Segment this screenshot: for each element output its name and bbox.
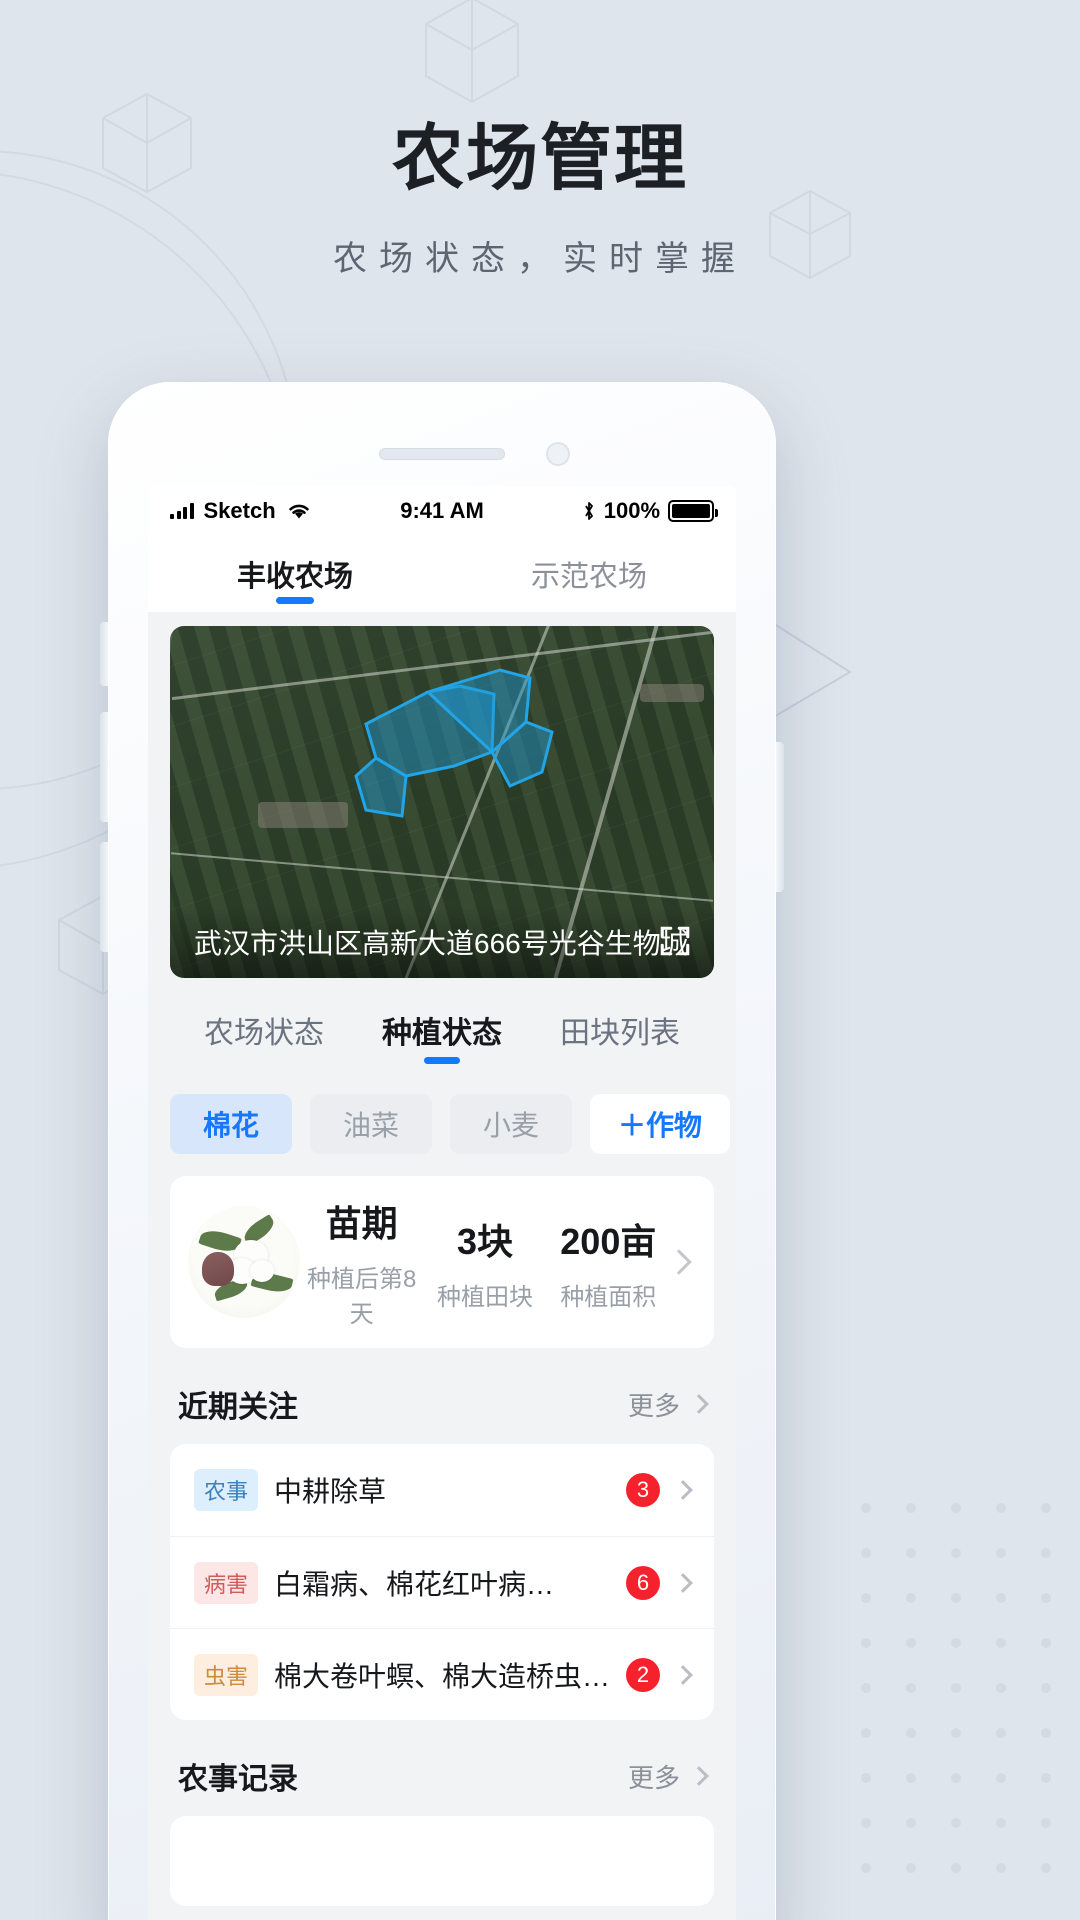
more-label: 更多 bbox=[627, 1762, 680, 1793]
phone-button bbox=[776, 742, 784, 892]
phone-button bbox=[100, 712, 108, 822]
chevron-right-icon bbox=[673, 1480, 693, 1500]
section-title: 近期关注 bbox=[178, 1391, 298, 1424]
farm-map[interactable]: 武汉市洪山区高新大道666号光谷生物城 bbox=[170, 626, 714, 978]
stat-value: 3块 bbox=[456, 1220, 513, 1262]
add-crop-label: ＋作物 bbox=[617, 1110, 702, 1141]
phone-button bbox=[100, 622, 108, 686]
bluetooth-icon bbox=[584, 502, 593, 520]
category-tag: 农事 bbox=[194, 1469, 259, 1511]
count-badge: 6 bbox=[626, 1565, 660, 1600]
phone-camera bbox=[546, 442, 570, 466]
crop-chip-rapeseed[interactable]: 油菜 bbox=[310, 1094, 432, 1154]
cotton-boll bbox=[250, 1260, 274, 1282]
stat-label: 种植田块 bbox=[436, 1283, 533, 1311]
clock-label: 9:41 AM bbox=[400, 498, 484, 523]
list-item[interactable]: 虫害 棉大卷叶螟、棉大造桥虫… 2 bbox=[170, 1628, 714, 1720]
active-indicator bbox=[276, 597, 314, 604]
list-item-text: 棉大卷叶螟、棉大造桥虫… bbox=[274, 1660, 610, 1692]
list-item[interactable]: 农事 中耕除草 3 bbox=[170, 1444, 714, 1536]
tab-label: 示范农场 bbox=[530, 561, 647, 593]
page-title: 农场管理 bbox=[391, 119, 688, 199]
recent-section-header: 近期关注 更多 bbox=[148, 1348, 736, 1444]
cotton-bud bbox=[202, 1252, 234, 1286]
more-label: 更多 bbox=[627, 1390, 680, 1421]
records-section-header: 农事记录 更多 bbox=[148, 1720, 736, 1816]
stat-value: 苗期 bbox=[325, 1203, 398, 1244]
phone-button bbox=[100, 842, 108, 952]
subtab-planting-status[interactable]: 种植状态 bbox=[382, 1008, 502, 1064]
chip-label: 油菜 bbox=[342, 1110, 399, 1141]
battery-label: 100% bbox=[603, 498, 661, 523]
chevron-right-icon bbox=[689, 1394, 709, 1414]
subtab-label: 农场状态 bbox=[204, 1017, 324, 1050]
signal-icon bbox=[170, 503, 194, 519]
category-tag: 虫害 bbox=[194, 1653, 259, 1696]
records-list[interactable] bbox=[170, 1816, 714, 1906]
farm-tabs: 丰收农场 示范农场 bbox=[148, 536, 736, 612]
active-indicator bbox=[424, 1057, 460, 1064]
add-crop-button[interactable]: ＋作物 bbox=[590, 1094, 730, 1154]
tab-demo-farm[interactable]: 示范农场 bbox=[442, 536, 736, 612]
map-section: 武汉市洪山区高新大道666号光谷生物城 bbox=[148, 612, 736, 978]
records-more-button[interactable]: 更多 bbox=[627, 1758, 709, 1795]
stat-label: 种植后第8天 bbox=[306, 1266, 417, 1328]
recent-more-button[interactable]: 更多 bbox=[627, 1386, 709, 1423]
wifi-icon bbox=[288, 504, 309, 519]
count-badge: 3 bbox=[626, 1473, 660, 1507]
recent-list: 农事 中耕除草 3 病害 白霜病、棉花红叶病… 6 虫害 棉大卷叶螟、棉大造桥虫… bbox=[170, 1444, 714, 1720]
crop-stats: 苗期 种植后第8天 3块 种植田块 200亩 种植面积 bbox=[300, 1195, 670, 1329]
hero-section: 农场管理 农场状态，实时掌握 bbox=[0, 118, 1080, 280]
dot-grid bbox=[861, 1503, 1051, 1873]
count-badge: 2 bbox=[626, 1657, 660, 1692]
stat-value: 200亩 bbox=[560, 1220, 657, 1262]
list-item[interactable]: 病害 白霜病、棉花红叶病… 6 bbox=[170, 1536, 714, 1628]
status-subtabs: 农场状态 种植状态 田块列表 bbox=[148, 978, 736, 1080]
crop-chip-wheat[interactable]: 小麦 bbox=[450, 1094, 572, 1154]
map-address: 武汉市洪山区高新大道666号光谷生物城 bbox=[194, 928, 689, 959]
chevron-right-icon bbox=[673, 1664, 693, 1685]
battery-icon bbox=[668, 500, 719, 522]
phone-mockup: Sketch 9:41 AM 100% 丰收农场 示范农场 武汉市洪山区高新大道… bbox=[100, 382, 784, 1920]
cube-icon bbox=[425, 0, 519, 104]
tab-label: 丰收农场 bbox=[236, 561, 353, 593]
chevron-right-icon bbox=[689, 1766, 709, 1786]
expand-icon[interactable] bbox=[658, 924, 692, 958]
list-item-text: 白霜病、棉花红叶病… bbox=[274, 1568, 555, 1600]
chevron-right-icon bbox=[666, 1249, 692, 1275]
subtab-farm-status[interactable]: 农场状态 bbox=[204, 1008, 324, 1064]
crop-chip-row: 棉花 油菜 小麦 ＋作物 bbox=[148, 1080, 736, 1154]
page-subtitle: 农场状态，实时掌握 bbox=[333, 239, 747, 278]
carrier-label: Sketch bbox=[203, 498, 276, 523]
category-tag: 病害 bbox=[194, 1561, 259, 1604]
subtab-field-list[interactable]: 田块列表 bbox=[560, 1008, 680, 1064]
cotton-plant-image bbox=[188, 1206, 300, 1318]
crop-stat-fields: 3块 种植田块 bbox=[423, 1213, 546, 1312]
chip-label: 棉花 bbox=[202, 1110, 259, 1141]
list-item-text: 中耕除草 bbox=[274, 1476, 387, 1507]
crop-chip-cotton[interactable]: 棉花 bbox=[170, 1094, 292, 1154]
tab-fengshou-farm[interactable]: 丰收农场 bbox=[148, 536, 442, 612]
subtab-label: 田块列表 bbox=[560, 1017, 680, 1050]
chip-label: 小麦 bbox=[482, 1110, 539, 1141]
crop-stat-area: 200亩 种植面积 bbox=[547, 1213, 670, 1312]
chevron-right-icon bbox=[673, 1572, 693, 1593]
phone-speaker bbox=[379, 448, 505, 460]
crop-summary-card[interactable]: 苗期 种植后第8天 3块 种植田块 200亩 种植面积 bbox=[170, 1176, 714, 1348]
subtab-label: 种植状态 bbox=[382, 1017, 502, 1050]
stat-label: 种植面积 bbox=[560, 1283, 657, 1311]
section-title: 农事记录 bbox=[178, 1763, 298, 1796]
phone-screen: Sketch 9:41 AM 100% 丰收农场 示范农场 武汉市洪山区高新大道… bbox=[148, 486, 736, 1920]
status-bar: Sketch 9:41 AM 100% bbox=[148, 486, 736, 536]
map-address-bar: 武汉市洪山区高新大道666号光谷生物城 bbox=[170, 906, 714, 978]
crop-stat-stage: 苗期 种植后第8天 bbox=[300, 1195, 423, 1329]
